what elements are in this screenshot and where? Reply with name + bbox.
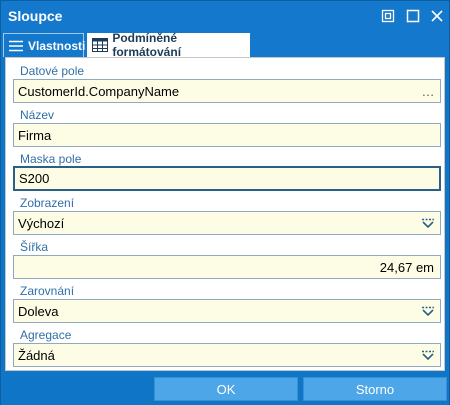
tab-podminene-formatovani[interactable]: Podmíněné formátování xyxy=(87,31,250,59)
window-title: Sloupce xyxy=(8,8,63,24)
datove-pole-label: Datové pole xyxy=(20,64,85,78)
zobrazeni-value: Výchozí xyxy=(18,215,65,231)
sirka-label: Šířka xyxy=(20,240,49,254)
dialog-window: Sloupce Vlastnosti Podmíněné formátování… xyxy=(0,0,450,405)
agregace-label: Agregace xyxy=(20,328,72,342)
agregace-value: Žádná xyxy=(18,347,55,363)
title-bar[interactable]: Sloupce xyxy=(1,1,449,31)
cancel-button[interactable]: Storno xyxy=(303,377,447,401)
table-grid-icon xyxy=(91,37,108,53)
zobrazeni-label: Zobrazení xyxy=(20,196,75,210)
close-icon xyxy=(430,9,444,23)
restore-button[interactable] xyxy=(378,6,398,26)
zarovnani-value: Doleva xyxy=(18,303,59,319)
maximize-icon xyxy=(406,9,420,23)
dropdown-arrow-icon[interactable] xyxy=(420,303,436,319)
datove-pole-field[interactable]: CustomerId.CompanyName … xyxy=(13,79,441,103)
tab-label: Vlastnosti xyxy=(28,38,86,53)
button-bar: OK Storno xyxy=(1,373,449,405)
ok-button[interactable]: OK xyxy=(154,377,298,401)
maska-label: Maska pole xyxy=(20,152,82,166)
ellipsis-icon[interactable]: … xyxy=(420,83,436,99)
agregace-select[interactable]: Žádná xyxy=(13,343,441,367)
tab-bar: Vlastnosti Podmíněné formátování xyxy=(1,31,449,59)
tab-vlastnosti[interactable]: Vlastnosti xyxy=(3,33,86,57)
dropdown-arrow-icon[interactable] xyxy=(420,347,436,363)
zobrazeni-select[interactable]: Výchozí xyxy=(13,211,441,235)
close-button[interactable] xyxy=(427,6,447,26)
properties-panel: Datové pole CustomerId.CompanyName … Náz… xyxy=(5,57,445,371)
nazev-label: Název xyxy=(20,108,55,122)
dropdown-arrow-icon[interactable] xyxy=(420,215,436,231)
nazev-field[interactable]: Firma xyxy=(13,123,441,147)
list-icon xyxy=(8,38,24,54)
maximize-button[interactable] xyxy=(403,6,423,26)
sirka-field[interactable]: 24,67 em xyxy=(13,255,441,279)
nazev-value: Firma xyxy=(18,127,52,143)
tab-label: Podmíněné formátování xyxy=(112,31,182,59)
sirka-value: 24,67 em xyxy=(379,259,434,275)
zarovnani-select[interactable]: Doleva xyxy=(13,299,441,323)
maska-field[interactable]: S200 xyxy=(13,166,441,191)
zarovnani-label: Zarovnání xyxy=(20,284,75,298)
maska-value: S200 xyxy=(19,171,50,186)
datove-pole-value: CustomerId.CompanyName xyxy=(18,83,180,99)
restore-icon xyxy=(381,9,395,23)
